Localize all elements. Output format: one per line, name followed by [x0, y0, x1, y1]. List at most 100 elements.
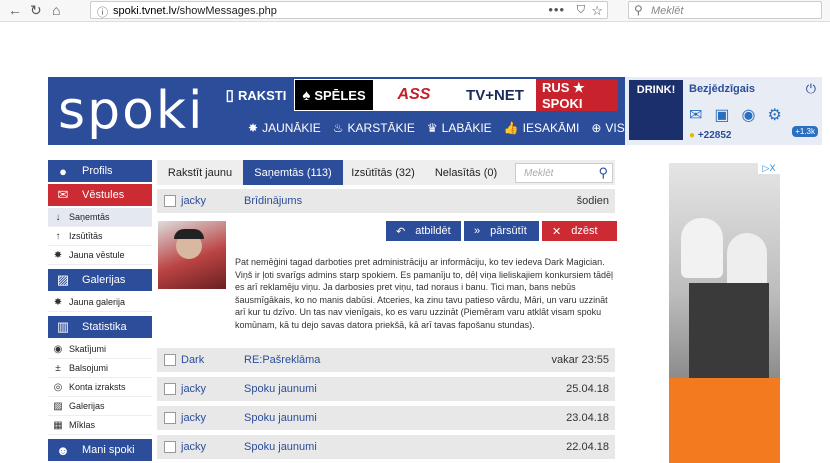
nav-rus-spoki[interactable]: RUS ★ SPOKI: [536, 79, 618, 111]
table-row[interactable]: jacky Brīdinājums šodien: [157, 189, 615, 213]
search-icon: ⚲: [634, 3, 643, 17]
sidebar-item-izsutitas[interactable]: ↑ Izsūtītās: [48, 227, 152, 246]
username[interactable]: Bezjēdzīgais: [689, 83, 755, 95]
forward-button[interactable]: » pārsūtīt: [464, 221, 539, 241]
ad-orange-panel: [669, 378, 780, 463]
site-header: spoki ▯ RAKSTI ♠ SPĒLES ASS TV+NET RUS ★ S…: [48, 77, 822, 145]
sidebar-item-miklas[interactable]: ▦ Mīklas: [48, 416, 152, 435]
nav-raksti[interactable]: ▯ RAKSTI: [218, 79, 294, 111]
search-placeholder: Meklēt: [651, 5, 684, 17]
spade-icon: ♠: [302, 86, 311, 104]
nav-iesakami[interactable]: 👍 IESAKĀMI: [504, 121, 580, 135]
message-checkbox[interactable]: [164, 354, 176, 366]
message-from[interactable]: jacky: [181, 195, 206, 207]
tab-nelasitas[interactable]: Nelasītās (0): [423, 160, 509, 185]
sidebar-item-skatijumi[interactable]: ◉ Skatījumi: [48, 340, 152, 359]
message-from[interactable]: jacky: [181, 412, 206, 424]
coins-icon: ◎: [53, 381, 63, 393]
user-points: ● +22852: [689, 130, 732, 141]
message-subject[interactable]: Spoku jaunumi: [244, 412, 317, 424]
message-checkbox[interactable]: [164, 412, 176, 424]
reply-icon: ↶: [396, 225, 406, 238]
message-date: 23.04.18: [566, 412, 609, 424]
nav-speles[interactable]: ♠ SPĒLES: [294, 79, 374, 111]
message-from[interactable]: Dark: [181, 354, 204, 366]
user-icons: ✉ ▣ ◉ ⚙: [689, 105, 782, 125]
table-row[interactable]: jacky Spoku jaunumi 22.04.18: [157, 435, 615, 459]
home-icon[interactable]: ⌂: [52, 2, 60, 18]
nav-karstakie[interactable]: ♨ KARSTĀKIE: [333, 121, 415, 135]
delete-button[interactable]: ✕ dzēst: [542, 221, 617, 241]
nav-ass[interactable]: ASS: [374, 79, 454, 111]
browser-search-input[interactable]: ⚲ Meklēt: [628, 1, 822, 19]
sidebar-item-jauna-vestule[interactable]: ✸ Jauna vēstule: [48, 246, 152, 265]
sidebar-statistika[interactable]: ▥ Statistika: [48, 316, 152, 338]
message-from[interactable]: jacky: [181, 383, 206, 395]
message-subject[interactable]: Brīdinājums: [244, 195, 302, 207]
reload-icon[interactable]: ↻: [30, 2, 42, 19]
bookmark-star-icon[interactable]: ☆: [591, 3, 603, 19]
sidebar-item-konta-izraksts[interactable]: ◎ Konta izraksts: [48, 378, 152, 397]
table-row[interactable]: jacky Spoku jaunumi 25.04.18: [157, 377, 615, 401]
arrow-up-icon: ↑: [55, 230, 61, 242]
nav-labakie[interactable]: ♛ LABĀKIE: [427, 121, 492, 135]
page-actions-icon[interactable]: •••: [548, 2, 565, 17]
mail-icon[interactable]: ✉: [689, 105, 702, 125]
sidebar-profils[interactable]: ● Profils: [48, 160, 152, 182]
info-icon[interactable]: ⓘ: [97, 4, 108, 20]
sidebar: ● Profils ✉ Vēstules ↓ Saņemtās ↑ Izsūtītās …: [48, 160, 152, 463]
tab-izsutitas[interactable]: Izsūtītās (32): [343, 160, 423, 185]
message-from[interactable]: jacky: [181, 441, 206, 453]
nav-visi[interactable]: ⊕ VISI: [591, 121, 628, 135]
chat-icon[interactable]: ▣: [714, 105, 729, 125]
ad-image: [669, 163, 780, 378]
message-body: Pat nemēģini tagad darboties pret admini…: [235, 257, 613, 330]
arrow-down-icon: ↓: [55, 211, 61, 223]
top-nav: ▯ RAKSTI ♠ SPĒLES ASS TV+NET RUS ★ SPOKI: [218, 79, 618, 111]
table-row[interactable]: jacky Spoku jaunumi 23.04.18: [157, 406, 615, 430]
tab-sanemtas[interactable]: Saņemtās (113): [243, 160, 343, 185]
address-bar[interactable]: ⓘ spoki.tvnet.lv/showMessages.php ••• ⛉ …: [90, 1, 608, 19]
message-subject[interactable]: Spoku jaunumi: [244, 441, 317, 453]
search-icon[interactable]: ⚲: [598, 165, 608, 181]
chart-icon: ▥: [56, 319, 70, 334]
image-icon: ▨: [56, 272, 70, 287]
fire-icon: ♨: [332, 121, 344, 135]
adchoices-icon[interactable]: ▷X: [758, 163, 780, 174]
sidebar-item-sanemtas[interactable]: ↓ Saņemtās: [48, 208, 152, 227]
globe-icon: ⊕: [591, 121, 602, 135]
book-icon: ▯: [225, 87, 234, 104]
sidebar-vestules[interactable]: ✉ Vēstules: [48, 184, 152, 206]
message-date: vakar 23:55: [551, 354, 609, 366]
reply-button[interactable]: ↶ atbildēt: [386, 221, 461, 241]
message-tabs: Rakstīt jaunu Saņemtās (113) Izsūtītās (…: [157, 160, 615, 185]
message-search-input[interactable]: Meklēt ⚲: [515, 163, 613, 183]
sidebar-galerijas[interactable]: ▨ Galerijas: [48, 269, 152, 291]
sidebar-item-jauna-galerija[interactable]: ✸ Jauna galerija: [48, 293, 152, 312]
advertisement[interactable]: ▷X: [669, 163, 780, 463]
message-subject[interactable]: Spoku jaunumi: [244, 383, 317, 395]
browser-toolbar: ← ↻ ⌂ ⓘ spoki.tvnet.lv/showMessages.php …: [0, 0, 830, 22]
sender-avatar[interactable]: [158, 221, 226, 289]
eye-icon[interactable]: ◉: [742, 105, 756, 125]
nav-tvnet[interactable]: TV+NET: [454, 79, 536, 111]
logout-icon[interactable]: ⏻: [806, 81, 816, 97]
message-subject[interactable]: RE:Pašreklāma: [244, 354, 320, 366]
pocket-icon[interactable]: ⛉: [577, 4, 585, 17]
tab-rakstit-jaunu[interactable]: Rakstīt jaunu: [157, 160, 243, 185]
sidebar-mani-spoki[interactable]: ☻ Mani spoki: [48, 439, 152, 461]
back-icon[interactable]: ←: [8, 2, 22, 18]
nav-jaunakie[interactable]: ✸ JAUNĀKIE: [248, 121, 321, 135]
message-checkbox[interactable]: [164, 383, 176, 395]
sidebar-item-galerijas-stat[interactable]: ▨ Galerijas: [48, 397, 152, 416]
sender-avatar-cap: [174, 229, 204, 239]
message-checkbox[interactable]: [164, 441, 176, 453]
message-checkbox[interactable]: [164, 195, 176, 207]
sidebar-item-balsojumi[interactable]: ± Balsojumi: [48, 359, 152, 378]
site-logo[interactable]: spoki: [58, 81, 204, 141]
table-row[interactable]: Dark RE:Pašreklāma vakar 23:55: [157, 348, 615, 372]
coin-icon: ●: [689, 130, 696, 141]
settings-icon[interactable]: ⚙: [768, 105, 782, 125]
new-icon: ✸: [53, 249, 63, 261]
user-avatar[interactable]: DRINK!: [629, 80, 683, 140]
